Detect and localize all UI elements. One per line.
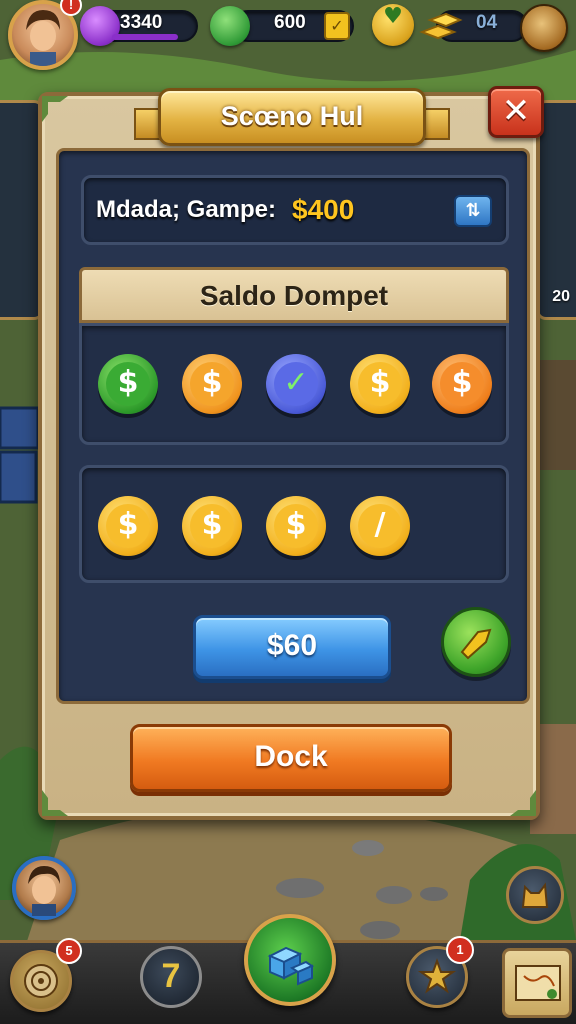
corner-ornament-icon xyxy=(42,790,68,816)
star-badge-icon xyxy=(417,958,457,994)
wallet-section-title: Saldo Dompet xyxy=(199,280,389,311)
nav-build-button[interactable] xyxy=(244,914,336,1006)
corner-ornament-icon xyxy=(510,790,536,816)
wallet-dialog: Scœno Hul ✕ Mdada; Gampe: $400 ⇅ Saldo D… xyxy=(38,86,544,820)
dollar-icon: $ xyxy=(190,504,234,548)
coin-row-1: $ $ ✓ $ $ xyxy=(79,323,509,445)
cash-count: 600 xyxy=(274,12,306,33)
blocks-icon xyxy=(267,946,315,986)
coin-gold[interactable]: $ xyxy=(182,496,242,556)
close-button[interactable]: ✕ xyxy=(488,86,544,138)
top-resource-bar: ! 3340 600 ✓ ♥ 04 xyxy=(0,0,576,70)
dialog-content-panel: Mdada; Gampe: $400 ⇅ Saldo Dompet $ $ ✓ … xyxy=(56,148,530,704)
gem-icon xyxy=(80,6,120,46)
coin-orange[interactable]: $ xyxy=(182,354,242,414)
avatar-notification-badge: ! xyxy=(60,0,82,16)
coin-green[interactable]: $ xyxy=(98,354,158,414)
dollar-icon: $ xyxy=(106,504,150,548)
amount-button[interactable]: $60 xyxy=(193,615,391,679)
settings-wheel-icon[interactable] xyxy=(520,4,568,52)
gems-count: 3340 xyxy=(120,12,163,33)
add-cash-button[interactable]: ✓ xyxy=(324,12,350,40)
right-side-count: 20 xyxy=(552,288,570,305)
coin-row-2: $ $ $ / xyxy=(79,465,509,583)
dialog-title: Scœno Hul xyxy=(220,101,364,131)
game-balance-value: $400 xyxy=(292,194,355,225)
coin-gold[interactable]: $ xyxy=(98,496,158,556)
coin-gold[interactable]: $ xyxy=(350,354,410,414)
nav-map-button[interactable] xyxy=(502,948,572,1018)
gold-count: 04 xyxy=(476,12,498,33)
corner-ornament-icon xyxy=(42,96,68,122)
gold-bars-icon xyxy=(419,12,463,40)
game-balance-bar: Mdada; Gampe: $400 ⇅ xyxy=(81,175,509,245)
slash-icon: / xyxy=(358,504,402,548)
confirm-button[interactable] xyxy=(441,607,511,677)
heart-check-icon[interactable]: ♥ xyxy=(372,4,414,46)
shell-notification-badge: 5 xyxy=(56,938,82,964)
dollar-icon: $ xyxy=(274,504,318,548)
map-scroll-icon xyxy=(515,965,561,1001)
arrow-check-icon xyxy=(460,628,492,660)
dollar-icon: $ xyxy=(190,362,234,406)
snail-shell-icon xyxy=(24,964,58,998)
swap-arrows-button[interactable]: ⇅ xyxy=(454,195,492,227)
dollar-icon: $ xyxy=(440,362,484,406)
coin-gold[interactable]: / xyxy=(350,496,410,556)
dollar-icon: $ xyxy=(106,362,150,406)
nav-seven-button[interactable]: 7 xyxy=(140,946,202,1008)
dollar-icon: $ xyxy=(358,362,402,406)
friend-face-icon xyxy=(28,866,60,916)
badge-notification-count: 1 xyxy=(446,936,474,964)
pet-icon-button[interactable] xyxy=(506,866,564,924)
check-icon: ✓ xyxy=(274,362,318,406)
friend-avatar[interactable] xyxy=(12,856,76,920)
game-balance-label: Mdada; Gampe: xyxy=(96,196,277,223)
coin-gold[interactable]: $ xyxy=(266,496,326,556)
gems-progress-bar xyxy=(112,34,178,40)
coin-blue-check[interactable]: ✓ xyxy=(266,354,326,414)
cash-icon xyxy=(210,6,250,46)
dock-button[interactable]: Dock xyxy=(130,724,452,792)
cat-icon xyxy=(521,882,549,908)
coin-orange[interactable]: $ xyxy=(432,354,492,414)
dialog-title-banner: Scœno Hul xyxy=(158,88,426,146)
wallet-section-header: Saldo Dompet xyxy=(79,267,509,323)
